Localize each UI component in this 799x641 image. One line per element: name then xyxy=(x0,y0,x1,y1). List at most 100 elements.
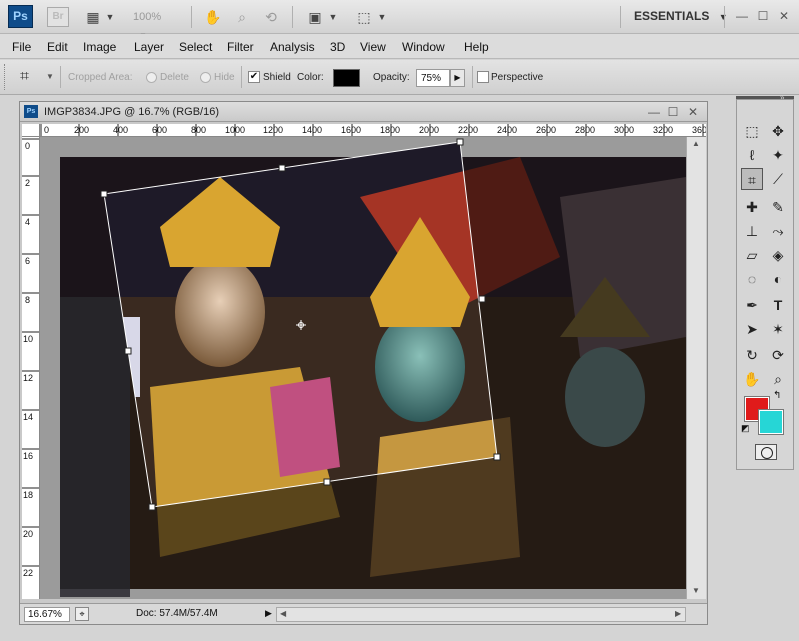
quick-mask-button[interactable] xyxy=(755,444,777,460)
perspective-checkbox[interactable] xyxy=(477,71,489,83)
chevron-down-icon[interactable]: ▼ xyxy=(327,8,339,26)
divider xyxy=(292,6,293,28)
options-bar-grip[interactable] xyxy=(4,64,8,90)
menu-bar: File Edit Image Layer Select Filter Anal… xyxy=(0,34,799,59)
ruler-label: 10 xyxy=(23,334,34,344)
hand-tool-icon[interactable]: ✋ xyxy=(741,368,763,390)
minimize-window-button[interactable]: — xyxy=(735,9,749,23)
document-close-button[interactable]: ✕ xyxy=(686,105,700,119)
marquee-tool-icon[interactable]: ⬚ xyxy=(741,120,763,142)
default-colors-icon[interactable]: ◩ xyxy=(741,423,750,434)
hide-radio[interactable] xyxy=(200,72,211,83)
type-tool-icon[interactable]: T xyxy=(767,294,789,316)
document-window: Ps IMGP3834.JPG @ 16.7% (RGB/16) — ☐ ✕ 0… xyxy=(19,101,708,625)
menu-select[interactable]: Select xyxy=(179,40,212,54)
scroll-down-icon[interactable]: ▼ xyxy=(692,586,700,595)
menu-window[interactable]: Window xyxy=(402,40,445,54)
menu-3d[interactable]: 3D xyxy=(330,40,345,54)
ruler-label: 16 xyxy=(23,451,34,461)
document-maximize-button[interactable]: ☐ xyxy=(666,105,680,119)
menu-analysis[interactable]: Analysis xyxy=(270,40,315,54)
canvas-area[interactable] xyxy=(40,137,686,599)
bridge-launch-button[interactable]: Br xyxy=(47,7,69,27)
shield-color-swatch[interactable] xyxy=(333,69,360,87)
3d-rotate-tool-icon[interactable]: ↻ xyxy=(741,344,763,366)
ruler-label: 8 xyxy=(25,295,31,305)
image-canvas[interactable] xyxy=(40,137,686,599)
menu-filter[interactable]: Filter xyxy=(227,40,254,54)
brush-tool-icon[interactable]: ✎ xyxy=(767,196,789,218)
chevron-down-icon[interactable]: ▼ xyxy=(376,8,388,26)
status-menu-arrow-icon[interactable]: ▶ xyxy=(265,608,272,619)
ruler-label: 360 xyxy=(692,125,706,135)
divider xyxy=(60,66,61,88)
vertical-scrollbar[interactable]: ▲ ▼ xyxy=(686,137,706,599)
opacity-input[interactable]: 75% xyxy=(416,69,450,87)
hand-tool-icon[interactable]: ✋ xyxy=(203,8,223,26)
menu-layer[interactable]: Layer xyxy=(134,40,164,54)
spot-healing-tool-icon[interactable]: ✚ xyxy=(741,196,763,218)
dodge-tool-icon[interactable]: ◐ xyxy=(767,268,789,290)
menu-image[interactable]: Image xyxy=(83,40,116,54)
ruler-label: 1600 xyxy=(341,125,362,135)
cropped-area-label: Cropped Area: xyxy=(68,72,133,83)
ruler-origin[interactable] xyxy=(22,124,40,137)
document-tab[interactable]: Ps IMGP3834.JPG @ 16.7% (RGB/16) — ☐ ✕ xyxy=(20,102,707,122)
scroll-left-icon[interactable]: ◀ xyxy=(280,609,286,618)
screen-mode-icon[interactable]: ⬚ xyxy=(354,8,374,26)
close-window-button[interactable]: ✕ xyxy=(777,9,791,23)
tool-preset-chevron-icon[interactable]: ▼ xyxy=(46,72,54,81)
menu-edit[interactable]: Edit xyxy=(47,40,68,54)
crop-tool-icon[interactable]: ⌗ xyxy=(741,168,763,190)
horizontal-ruler[interactable]: 0 200 400 600 800 1000 1200 1400 1600 18… xyxy=(40,124,706,137)
pen-tool-icon[interactable]: ✒ xyxy=(741,294,763,316)
background-color-swatch[interactable] xyxy=(758,409,784,435)
ruler-label: 20 xyxy=(23,529,34,539)
ruler-label: 1200 xyxy=(263,125,284,135)
crop-tool-icon[interactable]: ⌗ xyxy=(20,68,42,88)
eyedropper-tool-icon[interactable]: ⟋ xyxy=(767,168,789,190)
ruler-label: 2200 xyxy=(458,125,479,135)
scroll-right-icon[interactable]: ▶ xyxy=(675,609,681,618)
arrange-documents-icon[interactable]: ▣ xyxy=(305,8,325,26)
zoom-level-value: 100% xyxy=(133,11,162,23)
ruler-label: 3000 xyxy=(614,125,635,135)
magic-wand-tool-icon[interactable]: ✦ xyxy=(767,144,789,166)
opacity-slider-toggle[interactable]: ▶ xyxy=(450,69,465,87)
clone-stamp-tool-icon[interactable]: ⊥ xyxy=(741,220,763,242)
horizontal-scrollbar[interactable]: ◀ ▶ xyxy=(276,607,686,622)
menu-view[interactable]: View xyxy=(360,40,386,54)
workspace-switcher[interactable]: ESSENTIALS ▼ xyxy=(634,9,728,23)
menu-help[interactable]: Help xyxy=(464,40,489,54)
scroll-up-icon[interactable]: ▲ xyxy=(692,139,700,148)
paint-bucket-tool-icon[interactable]: ◈ xyxy=(767,244,789,266)
history-brush-tool-icon[interactable]: ⤳ xyxy=(767,220,789,242)
maximize-window-button[interactable]: ☐ xyxy=(756,9,770,23)
vertical-ruler[interactable]: 0 2 4 6 8 10 12 14 16 18 20 22 xyxy=(22,137,40,599)
blur-tool-icon[interactable]: ◌ xyxy=(741,268,763,290)
zoom-status-input[interactable]: 16.67% xyxy=(24,607,70,622)
chevron-down-icon[interactable]: ▼ xyxy=(104,8,116,26)
ruler-label: 200 xyxy=(74,125,90,135)
ruler-label: 1400 xyxy=(302,125,323,135)
lasso-tool-icon[interactable]: ℓ xyxy=(741,144,763,166)
rotate-view-icon[interactable]: ⟲ xyxy=(261,8,281,26)
menu-file[interactable]: File xyxy=(12,40,31,54)
zoom-tool-icon[interactable]: ⌕ xyxy=(767,368,789,390)
document-minimize-button[interactable]: — xyxy=(647,105,661,119)
3d-orbit-tool-icon[interactable]: ⟳ xyxy=(767,344,789,366)
move-tool-icon[interactable]: ✥ xyxy=(767,120,789,142)
ruler-label: 4 xyxy=(25,217,31,227)
status-info-icon[interactable]: ⌖ xyxy=(75,607,89,621)
custom-shape-tool-icon[interactable]: ✶ xyxy=(767,318,789,340)
ruler-label: 2 xyxy=(25,178,31,188)
shield-checkbox[interactable]: ✔ xyxy=(248,71,260,83)
filmstrip-icon[interactable]: ▦ xyxy=(83,8,103,26)
eraser-tool-icon[interactable]: ▱ xyxy=(741,244,763,266)
path-selection-tool-icon[interactable]: ➤ xyxy=(741,318,763,340)
zoom-level-dropdown[interactable]: 100% ▼ xyxy=(133,8,178,40)
swap-colors-icon[interactable]: ↰ xyxy=(773,390,781,401)
delete-radio-label: Delete xyxy=(160,72,189,83)
delete-radio[interactable] xyxy=(146,72,157,83)
zoom-tool-icon[interactable]: ⌕ xyxy=(232,8,252,26)
